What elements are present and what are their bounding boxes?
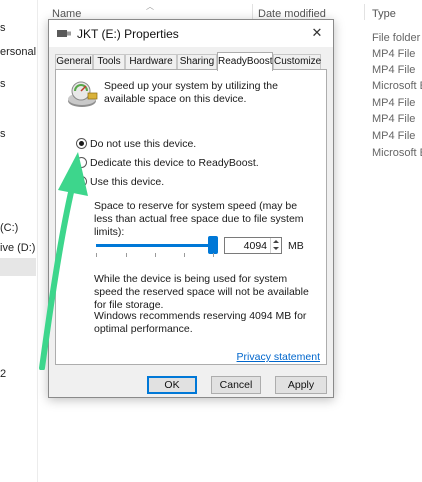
privacy-statement-link[interactable]: Privacy statement	[237, 351, 320, 363]
ok-button[interactable]: OK	[147, 376, 197, 394]
readyboost-gauge-icon	[68, 81, 98, 107]
slider-tick	[184, 253, 185, 257]
file-type-cell: Microsoft Ec	[372, 80, 422, 92]
apply-button[interactable]: Apply	[275, 376, 327, 394]
dialog-title: JKT (E:) Properties	[77, 27, 179, 41]
slider-tick	[96, 253, 97, 257]
file-type-cell: MP4 File	[372, 130, 416, 142]
reserve-slider-thumb[interactable]	[208, 236, 218, 254]
storage-note-text: While the device is being used for syste…	[94, 273, 309, 311]
spin-down-icon[interactable]	[273, 247, 279, 250]
reserve-unit-label: MB	[288, 240, 304, 252]
spin-up-icon[interactable]	[273, 240, 279, 243]
slider-tick	[213, 253, 214, 257]
column-header-type[interactable]: Type	[372, 8, 396, 20]
readyboost-intro-text: Speed up your system by utilizing the av…	[104, 80, 278, 105]
slider-tick	[155, 253, 156, 257]
column-divider[interactable]	[252, 4, 253, 20]
nav-item[interactable]: s	[0, 78, 38, 90]
reserve-slider-fill	[96, 244, 214, 247]
tab-sharing[interactable]: Sharing	[177, 54, 217, 70]
radio-label: Do not use this device.	[90, 138, 197, 150]
slider-tick	[126, 253, 127, 257]
nav-item-selected[interactable]	[0, 258, 36, 276]
nav-item[interactable]: 2	[0, 368, 38, 380]
reserve-space-label: Space to reserve for system speed (may b…	[94, 200, 304, 238]
tab-strip: General Tools Hardware Sharing ReadyBoos…	[55, 52, 327, 71]
close-icon: ✕	[311, 25, 323, 40]
radio-label: Dedicate this device to ReadyBoost.	[90, 157, 259, 169]
file-type-cell: MP4 File	[372, 48, 416, 60]
tab-customize[interactable]: Customize	[273, 54, 321, 70]
file-type-cell: Microsoft Ec	[372, 147, 422, 159]
reserve-size-value[interactable]: 4094	[244, 240, 267, 252]
nav-item[interactable]: s	[0, 22, 38, 34]
usb-drive-icon	[57, 30, 71, 37]
tab-readyboost[interactable]: ReadyBoost	[217, 52, 273, 71]
radio-do-not-use[interactable]: Do not use this device.	[76, 138, 196, 150]
spin-buttons	[270, 238, 281, 253]
nav-item-drive-c[interactable]: (C:)	[0, 222, 38, 234]
tab-hardware[interactable]: Hardware	[125, 54, 177, 70]
arrow-up-icon	[39, 152, 88, 370]
radio-circle[interactable]	[76, 138, 87, 149]
nav-item[interactable]: ersonal	[0, 46, 38, 58]
dialog-titlebar[interactable]: JKT (E:) Properties ✕	[49, 20, 333, 47]
radio-label: Use this device.	[90, 176, 165, 188]
sort-caret-icon: ︿	[146, 2, 154, 11]
radio-dedicate-readyboost[interactable]: Dedicate this device to ReadyBoost.	[76, 157, 259, 169]
file-type-cell: MP4 File	[372, 64, 416, 76]
nav-item-drive-d[interactable]: ive (D:) N	[0, 242, 38, 254]
nav-item[interactable]: s	[0, 128, 38, 140]
reserve-size-spinbox[interactable]: 4094	[224, 237, 282, 254]
reserve-slider-track[interactable]	[96, 244, 214, 247]
tab-tools[interactable]: Tools	[93, 54, 125, 70]
file-type-cell: MP4 File	[372, 97, 416, 109]
tab-general[interactable]: General	[55, 54, 93, 70]
column-divider[interactable]	[364, 4, 365, 20]
cancel-button[interactable]: Cancel	[211, 376, 261, 394]
navigation-pane: s ersonal s s (C:) ive (D:) N 2	[0, 0, 38, 482]
close-button[interactable]: ✕	[305, 23, 329, 43]
file-type-cell: File folder	[372, 32, 421, 44]
file-type-cell: MP4 File	[372, 113, 416, 125]
recommendation-text: Windows recommends reserving 4094 MB for…	[94, 310, 307, 335]
